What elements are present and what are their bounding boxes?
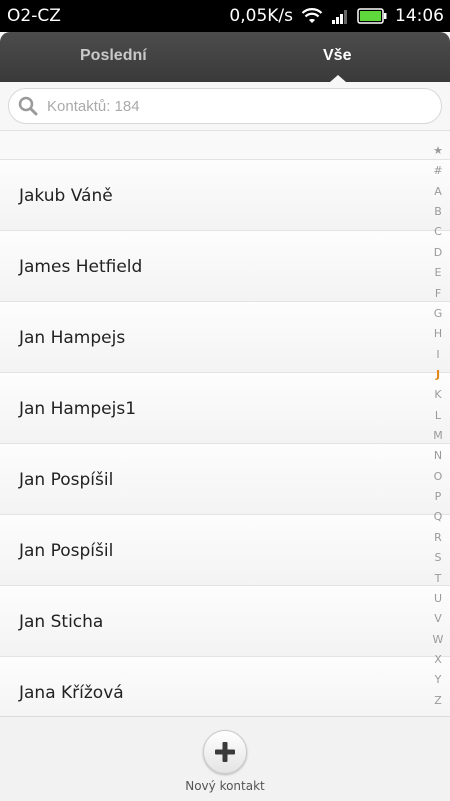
index-letter[interactable]: T <box>435 572 442 586</box>
index-letter[interactable]: S <box>435 551 442 565</box>
index-letter[interactable]: R <box>434 531 442 545</box>
index-letter[interactable]: C <box>434 225 442 239</box>
search-icon <box>18 96 38 121</box>
contact-row[interactable]: Jakub Váně <box>0 160 450 231</box>
index-letter[interactable]: F <box>435 287 441 301</box>
tab-recent[interactable]: Poslední <box>80 32 147 82</box>
data-rate: 0,05K/s <box>229 6 293 26</box>
contact-name: Jan Pospíšil <box>19 470 114 490</box>
contact-name: Jakub Váně <box>19 186 113 206</box>
contact-row[interactable]: James Hetfield <box>0 231 450 302</box>
index-letter[interactable]: V <box>434 612 442 626</box>
bottom-bar: Nový kontakt <box>0 716 450 801</box>
battery-icon <box>357 8 387 24</box>
index-letter[interactable]: H <box>434 327 442 341</box>
search-area <box>0 82 450 131</box>
contact-row[interactable]: Jan Sticha <box>0 586 450 657</box>
index-letter[interactable]: D <box>434 246 442 260</box>
index-letter[interactable]: W <box>433 633 444 647</box>
index-letter[interactable]: G <box>434 307 443 321</box>
index-letter[interactable]: M <box>433 429 443 443</box>
wifi-icon <box>301 7 323 25</box>
contact-row[interactable]: Jana Křížová <box>0 657 450 716</box>
index-letter[interactable]: E <box>435 266 442 280</box>
status-icons: 0,05K/s 14:06 <box>229 6 444 26</box>
status-bar: O2-CZ 0,05K/s 14:06 <box>0 0 450 32</box>
index-letter[interactable]: X <box>434 653 442 667</box>
index-letter[interactable]: O <box>434 470 443 484</box>
search-input[interactable] <box>45 94 429 118</box>
alphabet-index[interactable]: ★ # A B C D E F G H I J K L M N O P Q R S T U V W X Y Z <box>426 144 450 708</box>
contact-name: Jan Pospíšil <box>19 541 114 561</box>
new-contact-label: Nový kontakt <box>185 779 265 793</box>
index-letter[interactable]: B <box>434 205 442 219</box>
index-letter[interactable]: Q <box>434 510 443 524</box>
search-box[interactable] <box>8 88 442 124</box>
contact-row[interactable]: Jan Hampejs <box>0 302 450 373</box>
contact-name: Jan Sticha <box>19 612 104 632</box>
tab-bar: Poslední Vše <box>0 32 450 82</box>
contact-row[interactable]: Jan Pospíšil <box>0 444 450 515</box>
contact-row[interactable]: Jan Hampejs1 <box>0 373 450 444</box>
index-letter[interactable]: K <box>434 388 441 402</box>
index-letter[interactable]: P <box>435 490 442 504</box>
contact-list: Jakub Váně James Hetfield Jan Hampejs Ja… <box>0 131 450 716</box>
carrier-name: O2-CZ <box>7 6 61 26</box>
contact-name: James Hetfield <box>19 257 143 277</box>
index-letter[interactable]: L <box>435 409 441 423</box>
index-letter[interactable]: ★ <box>433 144 443 158</box>
index-letter[interactable]: # <box>433 164 442 178</box>
index-letter[interactable]: Z <box>434 694 442 708</box>
index-letter[interactable]: I <box>436 348 439 362</box>
contact-name: Jan Hampejs <box>19 328 126 348</box>
contact-row[interactable]: Jan Pospíšil <box>0 515 450 586</box>
contact-name: Jana Křížová <box>19 683 124 703</box>
clock: 14:06 <box>395 6 444 26</box>
index-letter[interactable]: A <box>434 185 442 199</box>
contact-name: Jan Hampejs1 <box>19 399 137 419</box>
signal-icon <box>331 8 349 24</box>
index-letter[interactable]: J <box>436 368 440 382</box>
list-item-partial[interactable] <box>0 131 450 160</box>
tab-active-indicator <box>330 75 346 82</box>
index-letter[interactable]: N <box>434 449 442 463</box>
index-letter[interactable]: U <box>434 592 442 606</box>
plus-icon <box>215 742 235 762</box>
new-contact-button[interactable] <box>203 730 247 774</box>
index-letter[interactable]: Y <box>435 673 442 687</box>
